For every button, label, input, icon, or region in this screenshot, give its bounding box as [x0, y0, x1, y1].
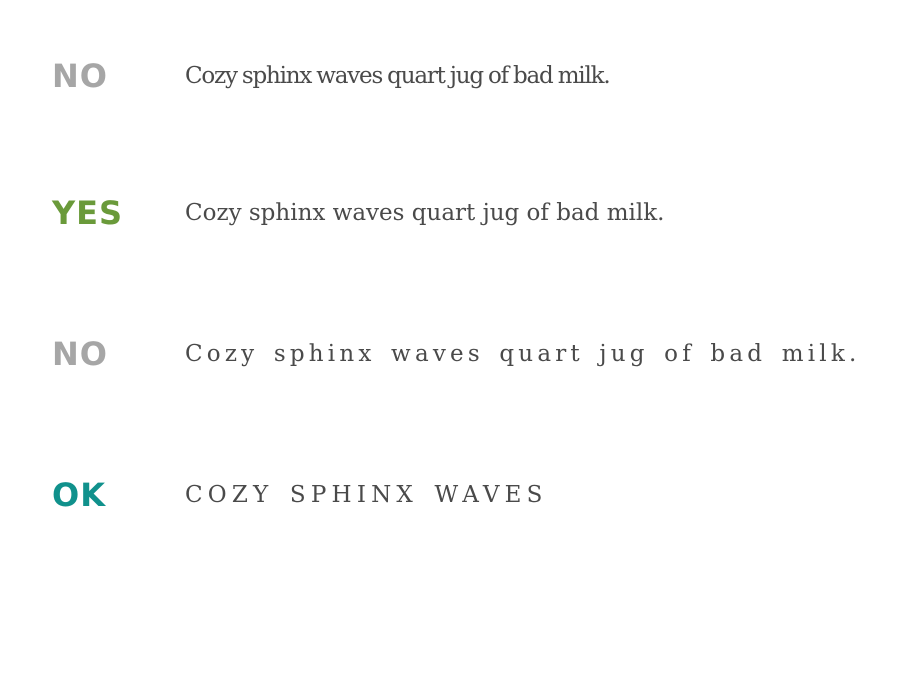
verdict-no-label: NO [52, 335, 108, 373]
verdict-no-label: NO [52, 57, 108, 95]
example-row-tight-spacing: NO Cozy sphinx waves quart jug of bad mi… [0, 56, 900, 116]
sample-text-caps-wide: COZY SPHINX WAVES [185, 482, 548, 508]
sample-text-normal: Cozy sphinx waves quart jug of bad milk. [185, 200, 665, 226]
example-row-normal-spacing: YES Cozy sphinx waves quart jug of bad m… [0, 193, 900, 253]
verdict-yes-label: YES [52, 194, 124, 232]
example-row-wide-spacing: NO Cozy sphinx waves quart jug of bad mi… [0, 334, 900, 394]
verdict-ok-label: OK [52, 476, 106, 514]
example-row-caps-spacing: OK COZY SPHINX WAVES [0, 475, 900, 535]
sample-text-wide: Cozy sphinx waves quart jug of bad milk. [185, 341, 861, 367]
sample-text-tight: Cozy sphinx waves quart jug of bad milk. [185, 63, 611, 89]
